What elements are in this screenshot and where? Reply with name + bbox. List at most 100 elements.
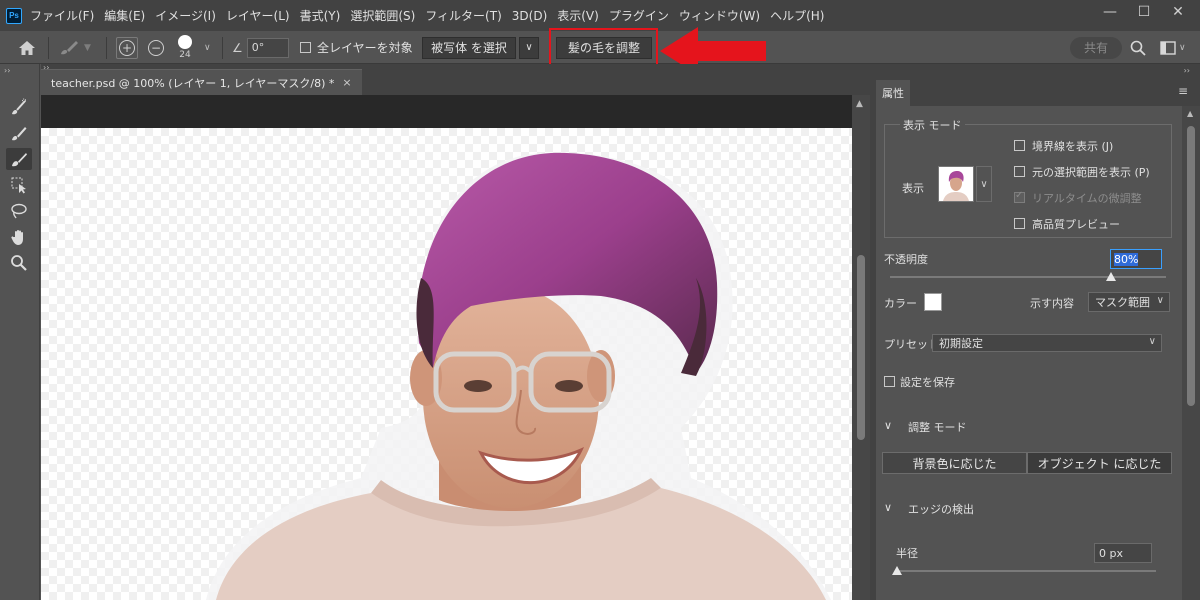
tool-preset-picker[interactable]: ▼ — [58, 31, 91, 64]
save-settings-label: 設定を保存 — [900, 376, 955, 389]
opacity-input[interactable]: 80% — [1110, 249, 1162, 269]
opacity-slider-handle[interactable] — [1105, 272, 1116, 281]
lasso-tool[interactable] — [6, 200, 32, 222]
menu-help[interactable]: ヘルプ(H) — [770, 7, 824, 24]
zoom-icon — [11, 255, 27, 271]
brush-size-picker[interactable]: 24 — [178, 31, 192, 64]
chevron-down-icon: ∨ — [525, 42, 533, 53]
view-thumbnail-icon — [939, 167, 973, 201]
refine-mode-chevron-icon[interactable]: ∨ — [884, 419, 892, 432]
brush-tool[interactable] — [6, 122, 32, 144]
refine-edge-brush-tool[interactable] — [6, 148, 32, 170]
select-subject-button[interactable]: 被写体 を選択 — [422, 36, 516, 59]
object-selection-tool[interactable] — [6, 174, 32, 196]
radius-slider-handle[interactable] — [892, 566, 902, 575]
high-quality-label: 高品質プレビュー — [1032, 218, 1120, 231]
scroll-up-icon[interactable]: ▲ — [1187, 109, 1193, 118]
menu-window[interactable]: ウィンドウ(W) — [679, 7, 760, 24]
realtime-refine-label: リアルタイムの微調整 — [1032, 192, 1142, 205]
scroll-up-icon[interactable]: ▲ — [856, 99, 863, 109]
pasteboard — [41, 95, 852, 600]
edge-detection-chevron-icon[interactable]: ∨ — [884, 501, 892, 514]
realtime-refine-checkbox — [1014, 190, 1025, 203]
radius-label: 半径 — [896, 547, 918, 560]
view-mode-dropdown[interactable]: ∨ — [976, 166, 992, 202]
minimize-button[interactable]: — — [1096, 2, 1124, 22]
brush-size-chevron-icon[interactable]: ∨ — [204, 43, 211, 53]
close-window-button[interactable]: ✕ — [1164, 2, 1192, 22]
search-icon[interactable] — [1130, 40, 1146, 56]
properties-scrollbar[interactable]: ▲ — [1182, 106, 1200, 600]
opacity-label: 不透明度 — [884, 253, 928, 266]
sample-all-layers-label: 全レイヤーを対象 — [317, 41, 413, 55]
document-canvas[interactable] — [41, 128, 852, 600]
panel-menu-icon[interactable]: ≡ — [1178, 84, 1188, 98]
properties-tab[interactable]: 属性 — [876, 80, 910, 106]
indicates-label: 示す内容 — [1030, 297, 1074, 310]
color-aware-button[interactable]: 背景色に応じた — [882, 452, 1027, 474]
indicates-select[interactable]: マスク範囲 ∨ — [1088, 292, 1170, 312]
chevron-down-icon: ∨ — [980, 178, 988, 190]
maximize-button[interactable]: ☐ — [1130, 2, 1158, 22]
chevron-down-icon: ∨ — [1156, 295, 1164, 306]
opacity-slider-track[interactable] — [890, 276, 1166, 278]
close-tab-icon[interactable]: × — [342, 76, 351, 89]
document-tab[interactable]: teacher.psd @ 100% (レイヤー 1, レイヤーマスク/8) *… — [41, 69, 362, 95]
menu-image[interactable]: イメージ(I) — [155, 7, 216, 24]
menu-type[interactable]: 書式(Y) — [300, 7, 341, 24]
chevron-down-icon[interactable]: ∨ — [1179, 43, 1186, 53]
document-tab-bar: ›› teacher.psd @ 100% (レイヤー 1, レイヤーマスク/8… — [41, 63, 870, 95]
menu-plugins[interactable]: プラグイン — [609, 7, 669, 24]
brush-tip-icon — [178, 35, 192, 49]
angle-input[interactable]: 0° — [246, 37, 289, 58]
collapse-icon[interactable]: ›› — [1184, 66, 1190, 75]
collapse-icon[interactable]: ›› — [4, 66, 10, 75]
object-aware-button[interactable]: オブジェクト に応じた — [1027, 452, 1172, 474]
radius-slider-track[interactable] — [896, 570, 1156, 572]
radius-input[interactable]: 0 px — [1094, 543, 1152, 563]
vertical-scrollbar[interactable]: ▲ — [852, 95, 870, 600]
refine-mode-title: 調整 モード — [908, 421, 967, 434]
window-controls: — ☐ ✕ — [1090, 0, 1192, 24]
view-mode-title: 表示 モード — [900, 117, 965, 133]
preset-value: 初期設定 — [939, 337, 983, 350]
hand-icon — [11, 230, 23, 245]
save-settings-checkbox[interactable] — [884, 376, 895, 387]
object-selection-icon — [11, 177, 26, 194]
menu-3d[interactable]: 3D(D) — [512, 9, 547, 23]
scrollbar-thumb[interactable] — [857, 255, 865, 440]
hand-tool[interactable] — [6, 226, 32, 248]
right-dock: ›› 属性 ≡ 表示 モード 表示 ∨ 境界線を表示 (J) 元の選択範囲を表示 — [870, 64, 1200, 600]
menu-layer[interactable]: レイヤー(L) — [226, 7, 290, 24]
scrollbar-thumb[interactable] — [1187, 126, 1195, 406]
show-edge-checkbox[interactable] — [1014, 140, 1025, 151]
menu-bar: Ps ファイル(F) 編集(E) イメージ(I) レイヤー(L) 書式(Y) 選… — [0, 0, 1200, 31]
brush-icon — [12, 127, 27, 141]
refine-mode-segmented: 背景色に応じた オブジェクト に応じた — [882, 452, 1172, 474]
preset-select[interactable]: 初期設定 ∨ — [932, 334, 1162, 352]
view-label: 表示 — [902, 182, 924, 195]
select-subject-dropdown[interactable]: ∨ — [519, 36, 539, 59]
menu-filter[interactable]: フィルター(T) — [425, 7, 501, 24]
properties-panel: 表示 モード 表示 ∨ 境界線を表示 (J) 元の選択範囲を表示 (P) リアル… — [876, 106, 1182, 600]
menu-edit[interactable]: 編集(E) — [104, 7, 145, 24]
quick-selection-tool[interactable] — [6, 96, 32, 118]
share-button[interactable]: 共有 — [1070, 36, 1122, 59]
zoom-tool[interactable] — [6, 252, 32, 274]
menu-file[interactable]: ファイル(F) — [30, 7, 94, 24]
subtract-from-selection-button[interactable]: − — [148, 39, 164, 56]
add-to-selection-button[interactable]: + — [116, 36, 138, 59]
chevron-down-icon: ∨ — [1148, 336, 1156, 347]
show-original-checkbox[interactable] — [1014, 166, 1025, 177]
workspace-icon[interactable] — [1160, 40, 1176, 55]
view-thumbnail[interactable] — [938, 166, 974, 202]
color-swatch[interactable] — [924, 293, 942, 311]
high-quality-checkbox[interactable] — [1014, 218, 1025, 229]
menu-view[interactable]: 表示(V) — [557, 7, 599, 24]
menu-select[interactable]: 選択範囲(S) — [350, 7, 415, 24]
sample-all-layers-checkbox[interactable] — [300, 42, 311, 53]
edge-detection-title: エッジの検出 — [908, 503, 974, 516]
refine-hair-highlight — [549, 28, 658, 68]
angle-icon: ∠ — [232, 40, 243, 55]
home-button[interactable] — [18, 31, 36, 64]
